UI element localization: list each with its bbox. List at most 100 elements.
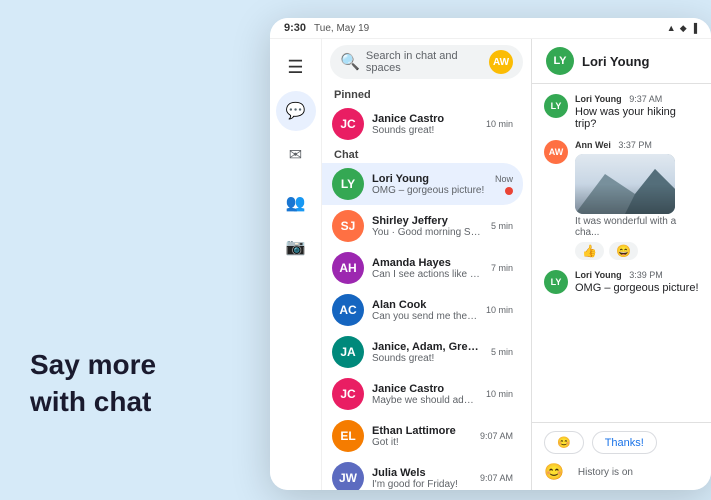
menu-icon[interactable]: ☰: [276, 47, 316, 87]
avatar: SJ: [332, 210, 364, 242]
avatar: JC: [332, 378, 364, 410]
quick-reply-thanks[interactable]: Thanks!: [592, 431, 657, 454]
chat-preview: I'm good for Friday!: [372, 479, 472, 490]
chat-name: Janice, Adam, Gregory: [372, 341, 483, 353]
chat-item-1[interactable]: SJ Shirley Jeffery You · Good morning Sh…: [322, 205, 523, 247]
chat-preview: You · Good morning Shirley and Jeff...: [372, 227, 483, 238]
chat-preview: Can I see actions like unread?: [372, 269, 483, 280]
avatar: EL: [332, 420, 364, 452]
msg-caption: It was wonderful with a cha...: [575, 216, 699, 238]
chat-item-0[interactable]: LY Lori Young OMG – gorgeous picture! No…: [322, 163, 523, 205]
chat-item-4[interactable]: JA Janice, Adam, Gregory Sounds great! 5…: [322, 331, 523, 373]
sidebar-mail-icon[interactable]: ✉: [276, 135, 316, 175]
avatar: AH: [332, 252, 364, 284]
status-time: 9:30: [284, 22, 306, 34]
chat-name: Ethan Lattimore: [372, 425, 472, 437]
status-bar: 9:30 Tue, May 19 ▲ ◆ ▐: [270, 18, 711, 39]
unread-dot: [505, 187, 513, 195]
msg-time-2: 3:37 PM: [618, 140, 652, 150]
conversation-panel: LY Lori Young LY Lori Young 9:37 AM How …: [532, 39, 711, 490]
chat-preview: Can you send me the file?: [372, 311, 478, 322]
conv-messages: LY Lori Young 9:37 AM How was your hikin…: [532, 84, 711, 422]
chat-name: Amanda Hayes: [372, 257, 483, 269]
chat-item-pinned-janice[interactable]: JC Janice Castro Sounds great! 10 min: [322, 103, 523, 145]
chat-meta: 9:07 AM: [480, 431, 513, 441]
msg-body-1: Lori Young 9:37 AM How was your hiking t…: [575, 94, 699, 130]
chat-name: Janice Castro: [372, 383, 478, 395]
tagline: Say more with chat: [30, 347, 156, 420]
msg-avatar-lori: LY: [544, 94, 568, 118]
chat-name: Janice Castro: [372, 113, 478, 125]
conv-header: LY Lori Young: [532, 39, 711, 84]
avatar: LY: [332, 168, 364, 200]
footer-bar: 😊 History is on: [544, 462, 699, 482]
msg-meta-2: Ann Wei 3:37 PM: [575, 140, 699, 150]
chat-info: Lori Young OMG – gorgeous picture!: [372, 173, 487, 196]
msg-sender-1: Lori Young: [575, 94, 622, 104]
msg-meta-3: Lori Young 3:39 PM: [575, 270, 699, 280]
chat-name: Julia Wels: [372, 467, 472, 479]
chat-items-container: LY Lori Young OMG – gorgeous picture! No…: [322, 163, 531, 490]
signal-icon: ◆: [680, 23, 687, 34]
avatar: JA: [332, 336, 364, 368]
emoji-icon[interactable]: 😊: [544, 462, 564, 482]
chat-meta: 10 min: [486, 389, 513, 399]
quick-reply-emoji[interactable]: 😊: [544, 431, 584, 454]
msg-time-1: 9:37 AM: [629, 94, 662, 104]
chat-info: Alan Cook Can you send me the file?: [372, 299, 478, 322]
chat-time: 10 min: [486, 305, 513, 315]
user-avatar-small[interactable]: AW: [489, 50, 513, 74]
sidebar: ☰ 💬 ✉ 👥 📷: [270, 39, 322, 490]
search-placeholder: Search in chat and spaces: [366, 50, 483, 74]
msg-text-3: OMG – gorgeous picture!: [575, 282, 699, 294]
search-icon: 🔍: [340, 52, 360, 72]
chat-item-6[interactable]: EL Ethan Lattimore Got it! 9:07 AM: [322, 415, 523, 457]
chat-meta: Now: [495, 174, 513, 195]
chat-time: 5 min: [491, 221, 513, 231]
chat-item-7[interactable]: JW Julia Wels I'm good for Friday! 9:07 …: [322, 457, 523, 490]
chat-meta: 10 min: [486, 305, 513, 315]
sidebar-chat-icon[interactable]: 💬: [276, 91, 316, 131]
msg-sender-2: Ann Wei: [575, 140, 611, 150]
device-frame: 9:30 Tue, May 19 ▲ ◆ ▐ ☰ 💬 ✉ 👥 📷 🔍 Searc…: [270, 18, 711, 490]
chat-info: Janice, Adam, Gregory Sounds great!: [372, 341, 483, 364]
conv-footer: 😊 Thanks! 😊 History is on: [532, 422, 711, 490]
reaction-smile[interactable]: 😄: [609, 242, 638, 260]
avatar: AC: [332, 294, 364, 326]
sidebar-meet-icon[interactable]: 📷: [276, 227, 316, 267]
chat-time: Now: [495, 174, 513, 184]
chat-meta: 7 min: [491, 263, 513, 273]
chat-meta: 10 min: [486, 119, 513, 129]
chat-list-items: Pinned JC Janice Castro Sounds great! 10…: [322, 85, 531, 490]
chat-time: 9:07 AM: [480, 431, 513, 441]
chat-info: Ethan Lattimore Got it!: [372, 425, 472, 448]
msg-body-2: Ann Wei 3:37 PM: [575, 140, 699, 260]
chat-item-2[interactable]: AH Amanda Hayes Can I see actions like u…: [322, 247, 523, 289]
chat-meta: 9:07 AM: [480, 473, 513, 483]
message-row-3: LY Lori Young 3:39 PM OMG – gorgeous pic…: [544, 270, 699, 294]
message-row-1: LY Lori Young 9:37 AM How was your hikin…: [544, 94, 699, 130]
tagline-line1: Say more: [30, 347, 156, 383]
msg-time-3: 3:39 PM: [629, 270, 663, 280]
chat-item-5[interactable]: JC Janice Castro Maybe we should add Glo…: [322, 373, 523, 415]
reaction-thumbsup[interactable]: 👍: [575, 242, 604, 260]
wifi-icon: ▲: [667, 23, 676, 33]
chat-name: Alan Cook: [372, 299, 478, 311]
msg-text-1: How was your hiking trip?: [575, 106, 699, 130]
chat-time: 10 min: [486, 119, 513, 129]
chat-preview: OMG – gorgeous picture!: [372, 185, 487, 196]
chat-preview: Maybe we should add Gloria to the...: [372, 395, 478, 406]
msg-image-preview: [575, 154, 675, 214]
chat-time: 10 min: [486, 389, 513, 399]
sidebar-spaces-icon[interactable]: 👥: [276, 183, 316, 223]
chat-meta: 5 min: [491, 221, 513, 231]
search-bar[interactable]: 🔍 Search in chat and spaces AW: [330, 45, 523, 79]
conv-contact-name: Lori Young: [582, 54, 649, 69]
chat-preview: Sounds great!: [372, 353, 483, 364]
status-date: Tue, May 19: [314, 23, 369, 34]
chat-info: Janice Castro Maybe we should add Gloria…: [372, 383, 478, 406]
quick-replies: 😊 Thanks!: [544, 431, 699, 454]
msg-avatar-lori2: LY: [544, 270, 568, 294]
chat-item-3[interactable]: AC Alan Cook Can you send me the file? 1…: [322, 289, 523, 331]
chat-preview: Sounds great!: [372, 125, 478, 136]
